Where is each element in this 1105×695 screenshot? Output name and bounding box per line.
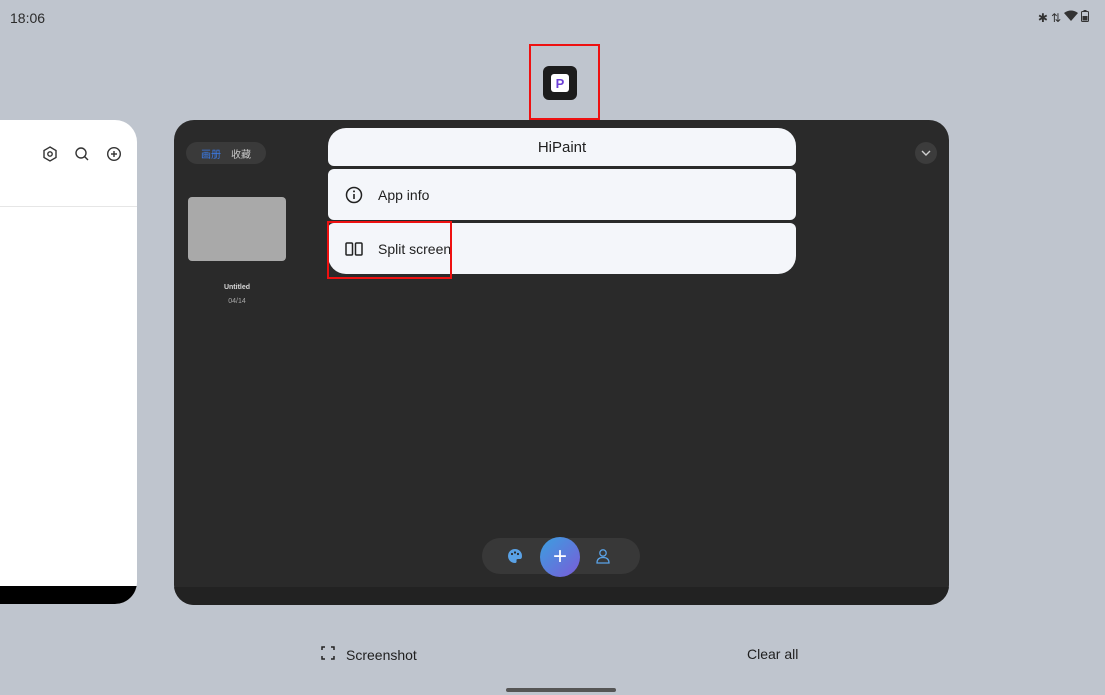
info-icon [344, 185, 364, 205]
left-card-divider [0, 206, 137, 207]
bluetooth-icon: ✱ [1037, 10, 1048, 25]
recent-app-card-left[interactable] [0, 120, 137, 604]
chevron-down-icon[interactable] [915, 142, 937, 164]
settings-icon[interactable] [41, 145, 59, 163]
left-card-bottom-bar [0, 586, 137, 604]
menu-item-app-info-label: App info [378, 186, 430, 203]
tab-favorites[interactable]: 收藏 [231, 146, 251, 161]
add-icon[interactable]: + [540, 537, 580, 577]
screenshot-button[interactable]: Screenshot [320, 645, 417, 664]
status-time: 18:06 [10, 10, 46, 26]
highlight-app-icon [529, 44, 600, 120]
screenshot-icon [320, 645, 336, 664]
tab-gallery[interactable]: 画册 [201, 146, 221, 161]
status-icons: ✱ ⇅ [1038, 10, 1089, 25]
screenshot-label: Screenshot [346, 646, 417, 663]
artwork-title: Untitled [223, 284, 251, 291]
home-indicator[interactable] [506, 688, 616, 692]
search-icon[interactable] [73, 145, 91, 163]
left-card-toolbar [41, 145, 123, 163]
artwork-thumbnail[interactable] [188, 197, 286, 261]
palette-icon[interactable] [506, 547, 524, 565]
data-arrows-icon: ⇅ [1050, 10, 1061, 25]
battery-icon [1081, 10, 1089, 25]
add-circle-icon[interactable] [105, 145, 123, 163]
gallery-tab-switch: 画册 收藏 [186, 142, 266, 164]
menu-item-app-info[interactable]: App info [328, 169, 796, 220]
wifi-icon [1064, 10, 1078, 25]
clear-all-button[interactable]: Clear all [747, 646, 798, 662]
artwork-date: 04/14 [228, 298, 246, 305]
main-card-bottom-strip [174, 587, 949, 605]
highlight-split-screen [327, 221, 452, 279]
user-icon[interactable] [594, 547, 612, 565]
menu-app-title: HiPaint [328, 128, 796, 166]
